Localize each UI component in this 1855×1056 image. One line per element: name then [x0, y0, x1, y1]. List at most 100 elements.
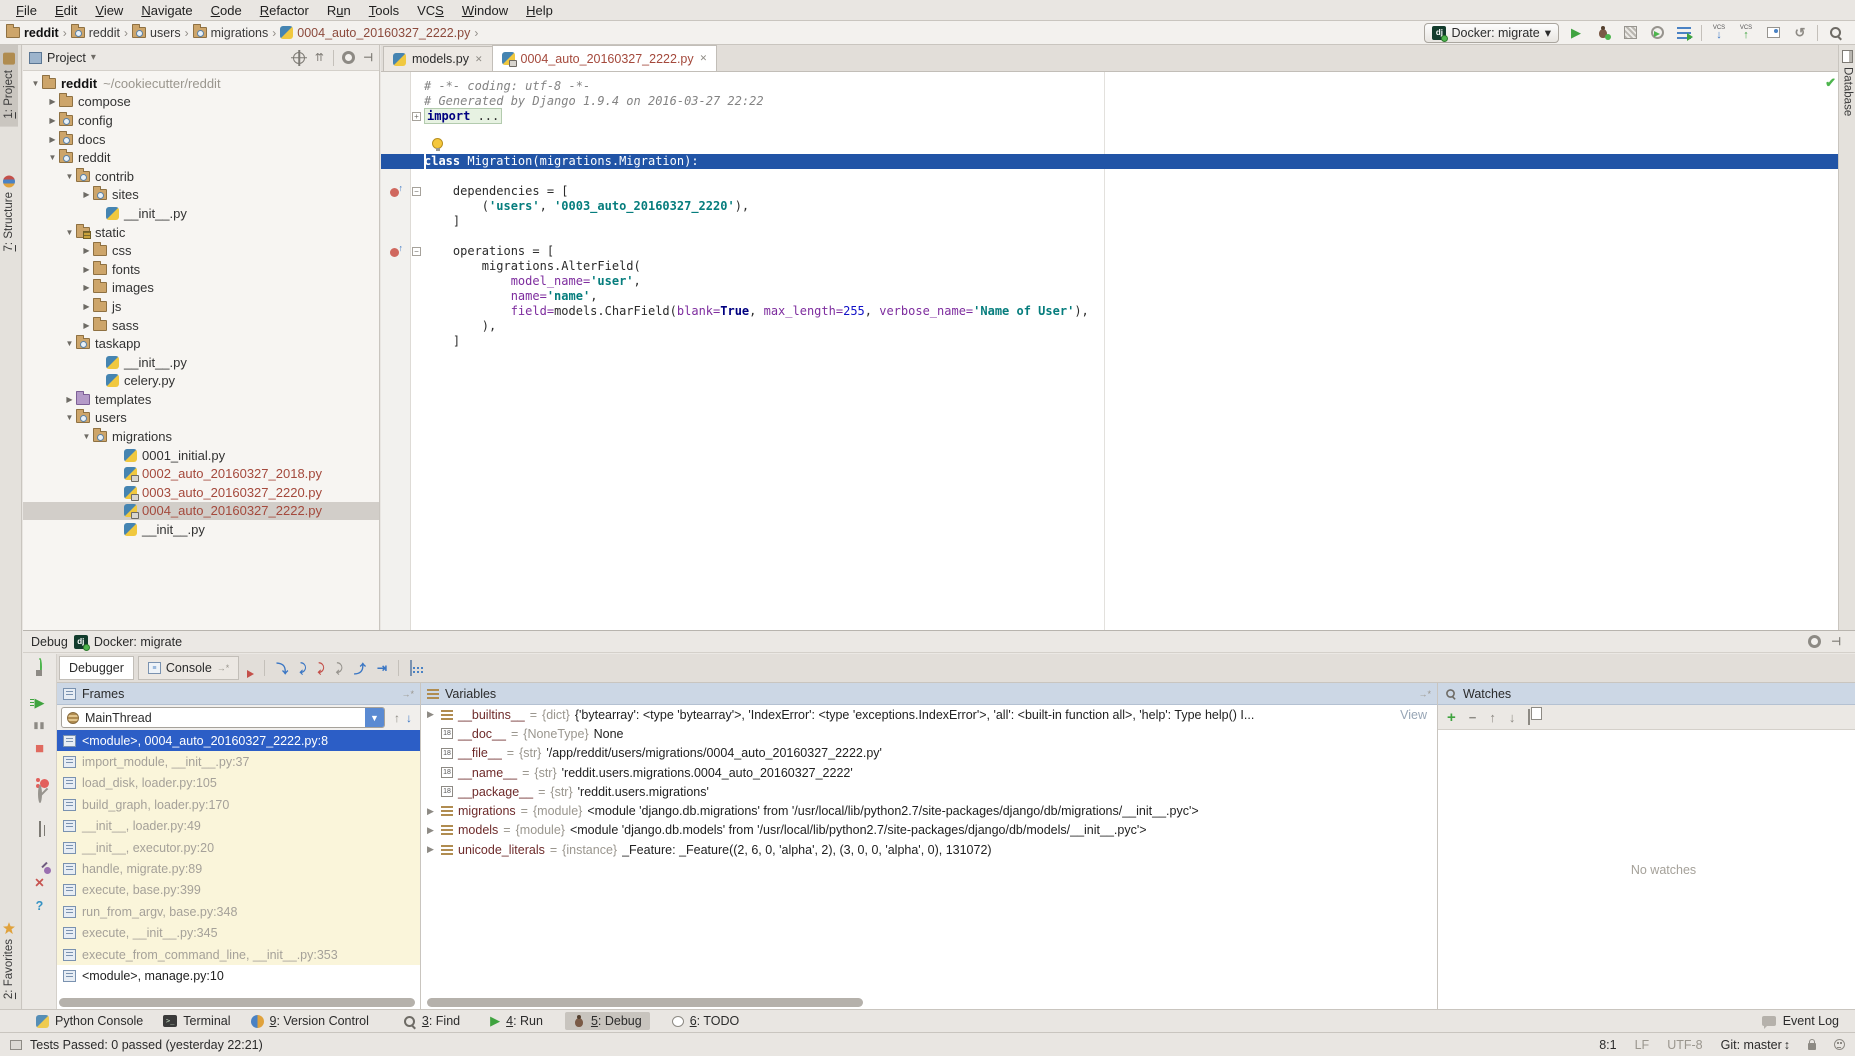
- locate-file-button[interactable]: [293, 52, 305, 64]
- tree-row[interactable]: ▶compose: [23, 93, 379, 112]
- tree-row[interactable]: ▼contrib: [23, 167, 379, 186]
- fold-expand-icon[interactable]: +: [412, 112, 421, 121]
- menu-run[interactable]: Run: [319, 1, 359, 20]
- add-watch-button[interactable]: +: [1447, 709, 1456, 726]
- expand-icon[interactable]: ▶: [425, 844, 436, 855]
- variable-row[interactable]: ▶migrations = {module}<module 'django.db…: [421, 801, 1437, 820]
- mute-breakpoints-button[interactable]: [38, 787, 42, 801]
- tree-row[interactable]: __init__.py: [23, 204, 379, 223]
- tree-row[interactable]: 0002_auto_20160327_2018.py: [23, 464, 379, 483]
- remove-watch-button[interactable]: −: [1469, 710, 1477, 725]
- project-view-select[interactable]: Project▾: [29, 51, 96, 65]
- frame-row[interactable]: run_from_argv, base.py:348: [57, 901, 420, 922]
- tree-row[interactable]: 0003_auto_20160327_2220.py: [23, 483, 379, 502]
- breadcrumb-migrations[interactable]: migrations: [193, 26, 269, 40]
- move-watch-down-button[interactable]: ↓: [1509, 710, 1516, 725]
- frame-row[interactable]: __init__, loader.py:49: [57, 816, 420, 837]
- tree-row[interactable]: ▶js: [23, 297, 379, 316]
- variable-row[interactable]: 18__doc__ = {NoneType}None: [421, 724, 1437, 743]
- tree-row[interactable]: ▶images: [23, 279, 379, 298]
- expand-icon[interactable]: ▶: [425, 806, 436, 817]
- code-editor[interactable]: + − − − # -*- coding: utf-8 -*- # Genera…: [381, 72, 1838, 630]
- attribute-marker[interactable]: [381, 246, 411, 258]
- horizontal-scrollbar[interactable]: [59, 998, 415, 1007]
- toolwindow-terminal[interactable]: >_Terminal: [155, 1012, 238, 1030]
- tree-row[interactable]: ▶css: [23, 241, 379, 260]
- variable-row[interactable]: 18__name__ = {str}'reddit.users.migratio…: [421, 763, 1437, 782]
- debug-button[interactable]: [1593, 23, 1613, 43]
- run-to-cursor-button[interactable]: ⇥: [377, 661, 387, 675]
- fold-collapse-icon[interactable]: −: [412, 247, 421, 256]
- tree-row[interactable]: 0001_initial.py: [23, 446, 379, 465]
- vcs-commit-button[interactable]: VCS↑: [1736, 23, 1756, 43]
- horizontal-scrollbar[interactable]: [427, 998, 863, 1007]
- lock-icon[interactable]: [1808, 1043, 1816, 1050]
- hide-toolwindow-button[interactable]: ⊣: [1831, 635, 1841, 648]
- frame-row[interactable]: execute, base.py:399: [57, 880, 420, 901]
- toolwindow-tab-structure[interactable]: 7: Structure: [0, 167, 18, 259]
- gear-icon[interactable]: [1808, 635, 1821, 648]
- breadcrumb-project[interactable]: reddit: [6, 26, 59, 40]
- event-log-button[interactable]: Event Log: [1762, 1014, 1855, 1028]
- combo-arrow-button[interactable]: ▼: [365, 708, 384, 727]
- profile-button[interactable]: [1647, 23, 1667, 43]
- hide-panel-button[interactable]: ⊣: [363, 51, 373, 64]
- menu-edit[interactable]: Edit: [47, 1, 85, 20]
- tree-row[interactable]: ▶fonts: [23, 260, 379, 279]
- toolwindow-debug[interactable]: 5: Debug: [565, 1012, 650, 1030]
- thread-selector[interactable]: MainThread ▼: [61, 707, 385, 728]
- expand-icon[interactable]: ▶: [425, 709, 436, 720]
- line-separator-indicator[interactable]: LF: [1635, 1038, 1650, 1052]
- toolwindow-tab-favorites[interactable]: 2: Favorites: [0, 914, 18, 1007]
- frame-row[interactable]: execute_from_command_line, __init__.py:3…: [57, 944, 420, 965]
- breadcrumb-users[interactable]: users: [132, 26, 181, 40]
- tree-row[interactable]: ▼reddit: [23, 148, 379, 167]
- frame-row[interactable]: build_graph, loader.py:170: [57, 794, 420, 815]
- toolwindow-todo[interactable]: 6: TODO: [664, 1012, 748, 1030]
- variable-row[interactable]: ▶unicode_literals = {instance}_Feature: …: [421, 840, 1437, 859]
- coverage-button[interactable]: [1620, 23, 1640, 43]
- expand-icon[interactable]: ▶: [425, 825, 436, 836]
- resume-button[interactable]: ▶: [35, 695, 45, 711]
- run-configuration-select[interactable]: dj Docker: migrate ▾: [1424, 23, 1559, 43]
- variable-row[interactable]: 18__file__ = {str}'/app/reddit/users/mig…: [421, 744, 1437, 763]
- tree-row[interactable]: celery.py: [23, 372, 379, 391]
- encoding-indicator[interactable]: UTF-8: [1667, 1038, 1702, 1052]
- menu-refactor[interactable]: Refactor: [252, 1, 317, 20]
- menu-navigate[interactable]: Navigate: [133, 1, 200, 20]
- evaluate-expression-button[interactable]: [410, 661, 412, 675]
- frame-row-selected[interactable]: <module>, 0004_auto_20160327_2222.py:8: [57, 730, 420, 751]
- close-icon[interactable]: ✕: [700, 53, 708, 64]
- toolwindow-python-console[interactable]: Python Console: [28, 1012, 151, 1030]
- close-icon[interactable]: ✕: [475, 54, 483, 65]
- toolwindow-switcher-icon[interactable]: [10, 1040, 22, 1050]
- editor-tab-models[interactable]: models.py✕: [383, 46, 493, 71]
- variable-row[interactable]: ▶models = {module}<module 'django.db.mod…: [421, 821, 1437, 840]
- tree-row[interactable]: ▶config: [23, 111, 379, 130]
- tree-row[interactable]: ▼taskapp: [23, 334, 379, 353]
- view-link[interactable]: View: [1400, 708, 1433, 722]
- tree-row[interactable]: ▼migrations: [23, 427, 379, 446]
- menu-file[interactable]: File: [8, 1, 45, 20]
- tree-row[interactable]: ▼reddit~/cookiecutter/reddit: [23, 74, 379, 93]
- tab-console[interactable]: ≡Console→*: [138, 656, 239, 680]
- move-watch-up-button[interactable]: ↑: [1489, 710, 1496, 725]
- collapse-all-button[interactable]: ⇈: [313, 52, 325, 64]
- tree-row[interactable]: ▶templates: [23, 390, 379, 409]
- tab-debugger[interactable]: Debugger: [59, 656, 134, 680]
- frame-row[interactable]: execute, __init__.py:345: [57, 923, 420, 944]
- frame-row[interactable]: handle, migrate.py:89: [57, 858, 420, 879]
- breadcrumb-file[interactable]: 0004_auto_20160327_2222.py: [280, 26, 470, 40]
- inspection-status-icon[interactable]: ✔: [1825, 75, 1836, 91]
- stop-button[interactable]: ■: [35, 740, 44, 757]
- folded-region[interactable]: import ...: [424, 108, 502, 124]
- restore-layout-button[interactable]: [39, 822, 41, 836]
- fold-collapse-icon[interactable]: −: [412, 187, 421, 196]
- frame-up-button[interactable]: ↑: [394, 711, 400, 725]
- editor-tab-migration[interactable]: 0004_auto_20160327_2222.py✕: [492, 45, 718, 71]
- tree-row[interactable]: __init__.py: [23, 520, 379, 539]
- tree-row-selected[interactable]: 0004_auto_20160327_2222.py: [23, 502, 379, 521]
- run-button[interactable]: ▶: [1566, 23, 1586, 43]
- tree-row[interactable]: ▼static: [23, 223, 379, 242]
- step-out-button[interactable]: ⤴: [354, 660, 366, 677]
